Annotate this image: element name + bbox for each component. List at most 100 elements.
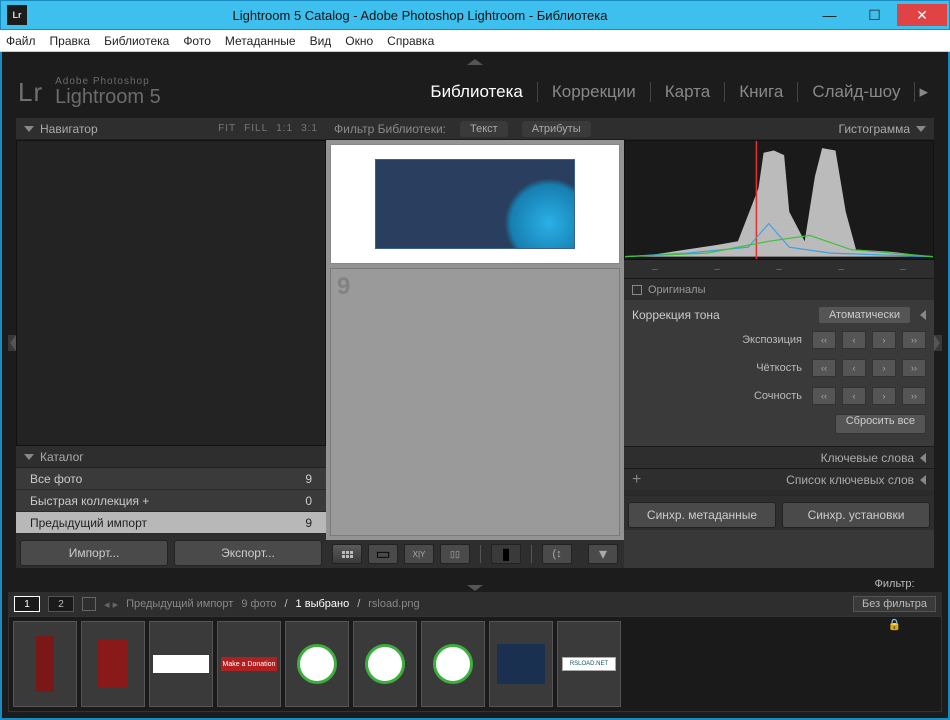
module-more-icon[interactable]: ▸ — [915, 82, 932, 102]
view-loupe-button[interactable]: ▭ — [368, 544, 398, 564]
step-right-big[interactable]: ›› — [902, 359, 926, 377]
collapse-left[interactable] — [8, 118, 16, 568]
filmstrip-thumb[interactable] — [421, 621, 485, 707]
plus-icon[interactable]: + — [632, 471, 641, 489]
step-right-big[interactable]: ›› — [902, 331, 926, 349]
toolbar-menu-button[interactable]: ▾ — [588, 544, 618, 564]
zoom-3to1[interactable]: 3:1 — [301, 123, 318, 134]
menu-edit[interactable]: Правка — [50, 34, 91, 48]
step-left[interactable]: ‹ — [842, 331, 866, 349]
vibrance-row: Сочность ‹‹ ‹ › ›› — [632, 382, 926, 410]
chevron-up-icon — [467, 59, 483, 65]
catalog-row-previous-import[interactable]: Предыдущий импорт 9 — [16, 512, 326, 534]
menu-help[interactable]: Справка — [387, 34, 434, 48]
step-right[interactable]: › — [872, 331, 896, 349]
export-button[interactable]: Экспорт... — [174, 540, 322, 566]
collapse-right[interactable] — [934, 118, 942, 568]
module-book[interactable]: Книга — [725, 82, 798, 102]
histogram-display[interactable] — [624, 140, 934, 260]
minimize-button[interactable]: — — [807, 4, 852, 26]
step-right[interactable]: › — [872, 359, 896, 377]
step-left-big[interactable]: ‹‹ — [812, 359, 836, 377]
reset-all-button[interactable]: Сбросить все — [835, 414, 926, 434]
filmstrip-thumb[interactable]: Make a Donation — [217, 621, 281, 707]
step-left[interactable]: ‹ — [842, 359, 866, 377]
collapse-top[interactable] — [8, 58, 942, 66]
sync-settings-button[interactable]: Синхр. установки — [782, 502, 930, 528]
grid-cell-selected[interactable] — [330, 144, 620, 264]
close-button[interactable]: ✕ — [897, 4, 947, 26]
sync-row: Синхр. метаданные Синхр. установки — [624, 496, 934, 530]
painter-tool-button[interactable]: ▮ — [491, 544, 521, 564]
filmstrip-thumb[interactable] — [81, 621, 145, 707]
catalog-row-all[interactable]: Все фото 9 — [16, 468, 326, 490]
monitor-2-button[interactable]: 2 — [48, 596, 74, 612]
step-left[interactable]: ‹ — [842, 387, 866, 405]
filmstrip-thumb[interactable] — [353, 621, 417, 707]
monitor-1-button[interactable]: 1 — [14, 596, 40, 612]
histogram-svg — [625, 141, 933, 259]
module-map[interactable]: Карта — [651, 82, 726, 102]
navigator-header[interactable]: Навигатор FIT FILL 1:1 3:1 — [16, 118, 326, 140]
filmstrip-thumb[interactable] — [285, 621, 349, 707]
filmstrip-thumb[interactable] — [13, 621, 77, 707]
menu-metadata[interactable]: Метаданные — [225, 34, 296, 48]
originals-label: Оригиналы — [648, 284, 706, 296]
step-left-big[interactable]: ‹‹ — [812, 331, 836, 349]
sort-button[interactable]: (↕ — [542, 544, 572, 564]
sync-metadata-button[interactable]: Синхр. метаданные — [628, 502, 776, 528]
view-survey-button[interactable]: ▯▯ — [440, 544, 470, 564]
menu-photo[interactable]: Фото — [183, 34, 211, 48]
module-library[interactable]: Библиотека — [416, 82, 537, 102]
thumbnail-image — [375, 159, 575, 249]
filter-tab-text[interactable]: Текст — [460, 121, 508, 137]
grid-shortcut-icon[interactable] — [82, 597, 96, 611]
bottom-area: 1 2 ◂ ▸ Предыдущий импорт 9 фото / 1 выб… — [8, 584, 942, 712]
navigator-preview[interactable] — [16, 140, 326, 446]
histo-dash: – — [838, 264, 844, 275]
filmstrip-thumb[interactable]: RSLOAD.NET — [557, 621, 621, 707]
catalog-row-quick[interactable]: Быстрая коллекция + 0 — [16, 490, 326, 512]
filmstrip[interactable]: Make a Donation RSLOAD.NET — [8, 616, 942, 712]
originals-row[interactable]: Оригиналы — [624, 278, 934, 300]
catalog-header[interactable]: Каталог — [16, 446, 326, 468]
catalog-row-label: Предыдущий импорт — [30, 516, 147, 530]
grid-view[interactable]: 9 — [326, 140, 624, 540]
lock-icon[interactable]: 🔒 — [888, 618, 902, 631]
module-slideshow[interactable]: Слайд-шоу — [798, 82, 915, 102]
triangle-left-icon[interactable] — [920, 310, 926, 320]
keywords-header[interactable]: Ключевые слова — [624, 446, 934, 468]
keyword-list-header[interactable]: + Список ключевых слов — [624, 468, 934, 490]
module-develop[interactable]: Коррекции — [538, 82, 651, 102]
grid-cell[interactable]: 9 — [330, 268, 620, 536]
menu-file[interactable]: Файл — [6, 34, 36, 48]
zoom-1to1[interactable]: 1:1 — [276, 123, 293, 134]
menu-library[interactable]: Библиотека — [104, 34, 169, 48]
histogram-header[interactable]: Гистограмма — [624, 118, 934, 140]
auto-tone-button[interactable]: Атоматически — [819, 307, 910, 323]
app-icon: Lr — [7, 5, 27, 25]
step-right[interactable]: › — [872, 387, 896, 405]
titlebar: Lr Lightroom 5 Catalog - Adobe Photoshop… — [0, 0, 950, 30]
view-grid-button[interactable] — [332, 544, 362, 564]
collapse-bottom[interactable] — [8, 584, 942, 592]
filmstrip-bar: 1 2 ◂ ▸ Предыдущий импорт 9 фото / 1 выб… — [8, 592, 942, 616]
step-right-big[interactable]: ›› — [902, 387, 926, 405]
filmstrip-filter-select[interactable]: Без фильтра — [853, 596, 936, 612]
maximize-button[interactable]: ☐ — [852, 4, 897, 26]
menu-window[interactable]: Окно — [345, 34, 373, 48]
step-left-big[interactable]: ‹‹ — [812, 387, 836, 405]
import-button[interactable]: Импорт... — [20, 540, 168, 566]
exposure-label: Экспозиция — [742, 334, 802, 346]
menu-view[interactable]: Вид — [310, 34, 332, 48]
filmstrip-thumb[interactable] — [149, 621, 213, 707]
catalog-list: Все фото 9 Быстрая коллекция + 0 Предыду… — [16, 468, 326, 534]
center-area: Фильтр Библиотеки: Текст Атрибуты 9 ▭ X|… — [326, 118, 624, 568]
zoom-fit[interactable]: FIT — [218, 123, 236, 134]
filter-tab-attributes[interactable]: Атрибуты — [522, 121, 591, 137]
checkbox-icon[interactable] — [632, 285, 642, 295]
zoom-fill[interactable]: FILL — [244, 123, 268, 134]
filmstrip-thumb[interactable] — [489, 621, 553, 707]
view-compare-button[interactable]: X|Y — [404, 544, 434, 564]
app-body: Lr Adobe Photoshop Lightroom 5 Библиотек… — [0, 52, 950, 720]
